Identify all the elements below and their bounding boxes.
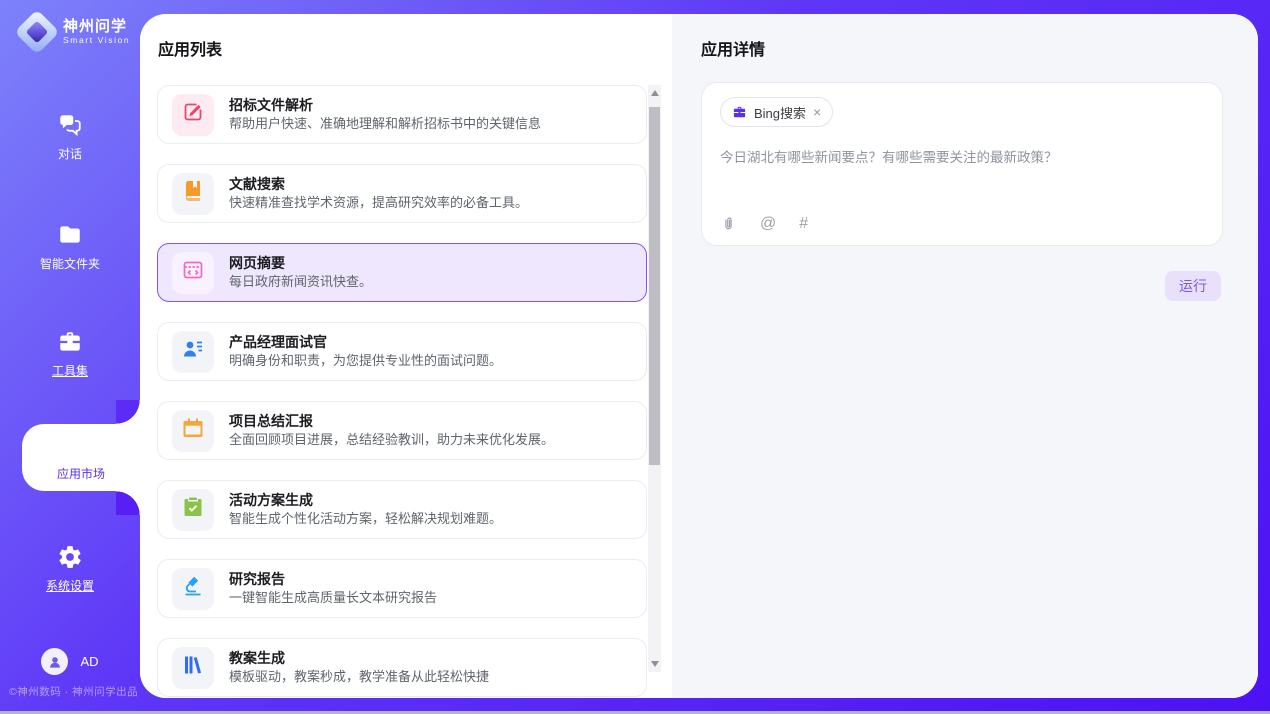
attachment-icon[interactable]	[720, 215, 737, 232]
app-card-description: 智能生成个性化活动方案，轻松解决规划难题。	[229, 512, 502, 526]
app-card-description: 明确身份和职责，为您提供专业性的面试问题。	[229, 354, 502, 368]
app-card-description: 模板驱动，教案秒成，教学准备从此轻松快捷	[229, 670, 489, 684]
gear-icon	[57, 544, 83, 570]
app-card-description: 快速精准查找学术资源，提高研究效率的必备工具。	[229, 196, 528, 210]
app-icon-box	[172, 252, 214, 294]
brand-name: 神州问学	[63, 18, 130, 35]
mention-icon[interactable]: @	[760, 216, 776, 232]
app-list-title: 应用列表	[140, 14, 672, 60]
app-card[interactable]: 网页摘要每日政府新闻资讯快查。	[157, 243, 647, 302]
app-icon-box	[172, 94, 214, 136]
clipboard-check-icon	[181, 495, 205, 524]
user-profile[interactable]: AD	[0, 648, 140, 675]
app-icon-box	[172, 568, 214, 610]
app-list-pane: 应用列表 招标文件解析帮助用户快速、准确地理解和解析招标书中的关键信息文献搜索快…	[140, 14, 672, 698]
app-card[interactable]: 文献搜索快速精准查找学术资源，提高研究效率的必备工具。	[157, 164, 647, 223]
cube-icon	[68, 434, 94, 460]
app-card-title: 研究报告	[229, 572, 437, 587]
app-icon-box	[172, 331, 214, 373]
toolbox-icon	[57, 329, 83, 355]
brand-logo-icon	[18, 13, 56, 51]
book-icon	[181, 179, 205, 208]
tool-chip-bing-search[interactable]: Bing搜索 ×	[720, 97, 833, 127]
brand-subtitle: Smart Vision	[63, 36, 130, 46]
sidebar-item-label: 工具集	[52, 362, 88, 379]
composer-card: Bing搜索 × 今日湖北有哪些新闻要点？有哪些需要关注的最新政策？ @#	[701, 82, 1223, 246]
sidebar-item-label: 对话	[58, 145, 82, 162]
copyright-text: ©神州数码 · 神州问学出品	[9, 684, 138, 699]
sidebar: 神州问学 Smart Vision 对话智能文件夹工具集应用市场系统设置 AD …	[0, 0, 140, 711]
app-card-title: 项目总结汇报	[229, 414, 554, 429]
hash-icon[interactable]: #	[799, 216, 808, 232]
tool-chip-label: Bing搜索	[754, 103, 806, 122]
scrollbar[interactable]	[648, 85, 661, 672]
app-detail-title: 应用详情	[672, 14, 1258, 60]
app-card-title: 文献搜索	[229, 177, 528, 192]
sidebar-item-toolset[interactable]: 工具集	[0, 329, 140, 379]
main-panel: 应用列表 招标文件解析帮助用户快速、准确地理解和解析招标书中的关键信息文献搜索快…	[140, 14, 1258, 698]
sidebar-item-chat[interactable]: 对话	[0, 112, 140, 162]
app-card[interactable]: 活动方案生成智能生成个性化活动方案，轻松解决规划难题。	[157, 480, 647, 539]
sidebar-item-smart-folder[interactable]: 智能文件夹	[0, 222, 140, 272]
sidebar-item-label: 智能文件夹	[40, 255, 100, 272]
app-card-description: 每日政府新闻资讯快查。	[229, 275, 372, 289]
chat-icon	[57, 112, 83, 138]
briefcase-icon	[732, 105, 747, 120]
sidebar-item-app-market[interactable]: 应用市场	[22, 424, 140, 491]
app-card[interactable]: 教案生成模板驱动，教案秒成，教学准备从此轻松快捷	[157, 638, 647, 697]
app-card-description: 全面回顾项目进展，总结经验教训，助力未来优化发展。	[229, 433, 554, 447]
sidebar-item-label: 系统设置	[46, 577, 94, 594]
query-text[interactable]: 今日湖北有哪些新闻要点？有哪些需要关注的最新政策？	[720, 148, 1204, 168]
folder-icon	[57, 222, 83, 248]
app-icon-box	[172, 173, 214, 215]
scrollbar-thumb[interactable]	[649, 107, 660, 465]
app-card-title: 教案生成	[229, 651, 489, 666]
run-button[interactable]: 运行	[1165, 271, 1221, 301]
tab-curve-top	[116, 400, 140, 424]
app-card-title: 活动方案生成	[229, 493, 502, 508]
user-initials: AD	[80, 654, 98, 669]
composer-toolbar: @#	[720, 215, 808, 232]
app-detail-pane: 应用详情 Bing搜索 × 今日湖北有哪些新闻要点？有哪些需要关注的最新政策？ …	[672, 14, 1258, 698]
app-icon-box	[172, 647, 214, 689]
app-card[interactable]: 项目总结汇报全面回顾项目进展，总结经验教训，助力未来优化发展。	[157, 401, 647, 460]
app-card[interactable]: 产品经理面试官明确身份和职责，为您提供专业性的面试问题。	[157, 322, 647, 381]
app-card-title: 招标文件解析	[229, 98, 541, 113]
calendar-icon	[181, 416, 205, 445]
app-card-title: 网页摘要	[229, 256, 372, 271]
person-icon	[41, 648, 68, 675]
app-card-title: 产品经理面试官	[229, 335, 502, 350]
app-card[interactable]: 研究报告一键智能生成高质量长文本研究报告	[157, 559, 647, 618]
scroll-down-icon[interactable]	[651, 661, 659, 667]
sidebar-item-settings[interactable]: 系统设置	[0, 544, 140, 594]
pen-square-icon	[181, 100, 205, 129]
microscope-icon	[181, 574, 205, 603]
app-card-list: 招标文件解析帮助用户快速、准确地理解和解析招标书中的关键信息文献搜索快速精准查找…	[157, 85, 647, 698]
app-card-description: 帮助用户快速、准确地理解和解析招标书中的关键信息	[229, 117, 541, 131]
books-icon	[181, 653, 205, 682]
app-window: 神州问学 Smart Vision 对话智能文件夹工具集应用市场系统设置 AD …	[0, 0, 1270, 714]
sidebar-item-label: 应用市场	[57, 465, 105, 482]
brand-logo: 神州问学 Smart Vision	[18, 13, 130, 51]
close-icon[interactable]: ×	[813, 105, 821, 119]
tab-curve-bottom	[116, 491, 140, 515]
browser-code-icon	[181, 258, 205, 287]
interviewer-icon	[181, 337, 205, 366]
scroll-up-icon[interactable]	[651, 90, 659, 96]
app-icon-box	[172, 410, 214, 452]
app-card[interactable]: 招标文件解析帮助用户快速、准确地理解和解析招标书中的关键信息	[157, 85, 647, 144]
app-icon-box	[172, 489, 214, 531]
app-card-description: 一键智能生成高质量长文本研究报告	[229, 591, 437, 605]
